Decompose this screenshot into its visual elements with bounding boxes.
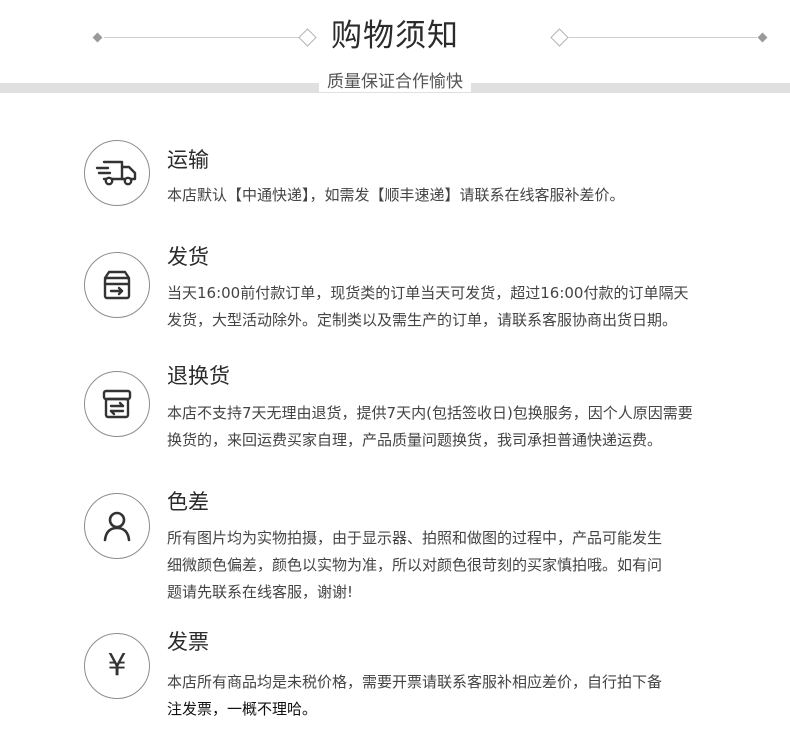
item-description: 当天16:00前付款订单，现货类的订单当天可发货，超过16:00付款的订单隔天 … bbox=[167, 280, 767, 334]
yen-icon: ¥ bbox=[84, 633, 150, 699]
subtitle-text: 质量保证合作愉快 bbox=[319, 72, 471, 92]
item-description: 本店不支持7天无理由退货，提供7天内(包括签收日)包换服务，因个人原因需要 换货… bbox=[167, 400, 767, 454]
description-line: 当天16:00前付款订单，现货类的订单当天可发货，超过16:00付款的订单隔天 bbox=[167, 284, 689, 302]
page-subtitle: 质量保证合作愉快 bbox=[0, 70, 790, 94]
right-divider-line bbox=[569, 37, 757, 38]
shipment-box-icon bbox=[84, 252, 150, 318]
header: 购物须知 质量保证合作愉快 bbox=[0, 0, 790, 96]
item-title: 发票 bbox=[167, 630, 209, 654]
return-box-icon bbox=[84, 371, 150, 437]
description-line: 细微颜色偏差，颜色以实物为准，所以对颜色很苛刻的买家慎拍哦。如有问 bbox=[167, 556, 663, 574]
description-line: 所有图片均为实物拍摄，由于显示器、拍照和做图的过程中，产品可能发生 bbox=[167, 529, 663, 547]
person-icon bbox=[84, 493, 150, 559]
item-description: 所有图片均为实物拍摄，由于显示器、拍照和做图的过程中，产品可能发生 细微颜色偏差… bbox=[167, 525, 767, 606]
item-title: 退换货 bbox=[167, 364, 230, 388]
description-line: 题请先联系在线客服，谢谢! bbox=[167, 583, 354, 601]
page-title: 购物须知 bbox=[331, 18, 459, 54]
item-description: 本店默认【中通快递】，如需发【顺丰速递】请联系在线客服补差价。 bbox=[167, 182, 767, 209]
item-title: 色差 bbox=[167, 490, 209, 514]
description-line: 本店所有商品均是未税价格，需要开票请联系客服补相应差价，自行拍下备 bbox=[167, 673, 663, 691]
description-line: 换货的，来回运费买家自理，产品质量问题换货，我司承担普通快递运费。 bbox=[167, 431, 663, 449]
truck-icon bbox=[84, 140, 150, 206]
description-line: 本店默认【中通快递】，如需发【顺丰速递】请联系在线客服补差价。 bbox=[167, 186, 625, 204]
description-line: 本店不支持7天无理由退货，提供7天内(包括签收日)包换服务，因个人原因需要 bbox=[167, 404, 693, 422]
item-description: 本店所有商品均是未税价格，需要开票请联系客服补相应差价，自行拍下备 注发票，一概… bbox=[167, 669, 767, 723]
description-line: 注发票，一概不理哈。 bbox=[167, 700, 318, 718]
description-line: 发货，大型活动除外。定制类以及需生产的订单，请联系客服协商出货日期。 bbox=[167, 311, 678, 329]
item-title: 发货 bbox=[167, 245, 209, 269]
item-title: 运输 bbox=[167, 148, 209, 172]
